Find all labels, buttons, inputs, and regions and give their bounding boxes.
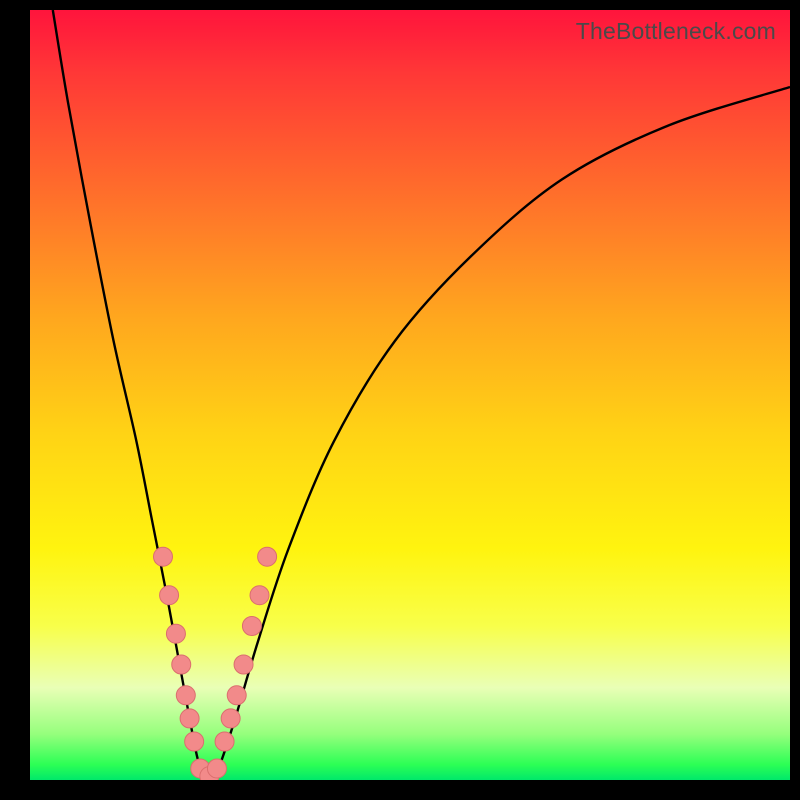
bottleneck-curve-path xyxy=(53,10,790,780)
marker-dot xyxy=(185,732,204,751)
marker-dot xyxy=(154,547,173,566)
marker-dot xyxy=(242,617,261,636)
marker-dot xyxy=(176,686,195,705)
marker-dot xyxy=(227,686,246,705)
marker-dot xyxy=(172,655,191,674)
marker-dot xyxy=(207,759,226,778)
marker-dot xyxy=(221,709,240,728)
curve-layer xyxy=(30,10,790,780)
chart-frame: TheBottleneck.com xyxy=(0,0,800,800)
marker-dot xyxy=(180,709,199,728)
marker-dot xyxy=(234,655,253,674)
marker-dot xyxy=(160,586,179,605)
marker-dot xyxy=(258,547,277,566)
plot-area: TheBottleneck.com xyxy=(30,10,790,780)
bottleneck-curve xyxy=(53,10,790,780)
scatter-markers xyxy=(154,547,277,780)
marker-dot xyxy=(166,624,185,643)
marker-dot xyxy=(250,586,269,605)
marker-dot xyxy=(215,732,234,751)
